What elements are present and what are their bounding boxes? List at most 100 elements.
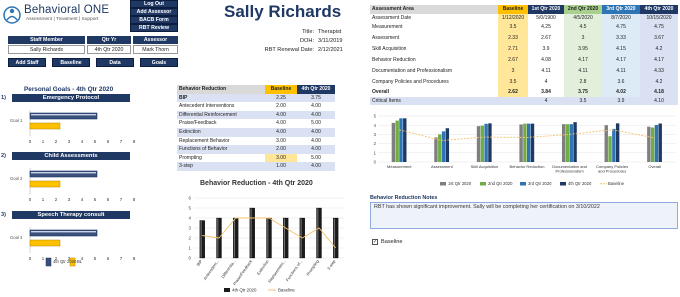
goal-bar-baseline	[29, 122, 61, 130]
chart2-bar	[647, 126, 651, 162]
chart2-xtick-label: and Procedures	[598, 169, 626, 174]
chart2-ytick-label: 5	[374, 114, 377, 119]
assessment-row-value: 4/5/2020	[564, 13, 602, 23]
goal-bar-chart: 0 1 2 3 4 5 6 7 8	[29, 168, 136, 202]
chart1-bar-shine	[233, 218, 236, 258]
assessment-row-value: 3.5	[498, 22, 528, 34]
chart1-ytick-label: 4	[189, 216, 192, 221]
qtr-select[interactable]: 4th Qtr 2020	[87, 45, 131, 54]
staff-header-row: Staff Member Qtr Yr Assessor	[8, 36, 178, 44]
chart2-xtick-label: Skill Acquisition	[471, 164, 499, 169]
assessment-col-header: 4th Qtr 2020	[640, 5, 678, 14]
goal-bar-highlight	[31, 172, 96, 174]
assessment-row-value: 8/7/2020	[602, 13, 640, 23]
behavior-row-baseline: 4.00	[276, 111, 286, 118]
chart2-bar	[658, 123, 662, 162]
assessment-table: Assessment Area Baseline 1st Qtr 2020 2nd Q…	[370, 5, 678, 106]
add-staff-button[interactable]: Add Staff	[8, 58, 46, 67]
chart2-legend-label: Baseline	[608, 181, 625, 186]
behavior-row-qtr: 4.00	[311, 137, 321, 144]
data-button[interactable]: Data	[96, 58, 134, 67]
goal-bar-qtr	[29, 229, 98, 237]
notes-textbox[interactable]: RBT has shown significant improvement. S…	[370, 202, 678, 229]
assessment-row-value: 3.6	[602, 77, 640, 89]
bacb-form-button[interactable]: BACB Form	[130, 16, 178, 24]
goal-tick-label: 0	[29, 139, 32, 144]
chart1-legend-label-qtr: 4th Qtr 2020	[232, 288, 257, 293]
behavior-row-label: Extinction	[179, 128, 201, 135]
behavior-col-header: Behavior Reduction	[177, 85, 265, 94]
behavior-row-baseline: 1.00	[276, 163, 286, 170]
notes-title: Behavior Reduction Notes	[370, 195, 438, 201]
baseline-col-header: Baseline	[265, 85, 297, 94]
rbt-review-button[interactable]: RBT Review	[130, 24, 178, 32]
assessment-row-label: Measurement	[372, 24, 403, 31]
assessment-row-value: 4.15	[602, 44, 640, 56]
chart2-bar	[438, 134, 442, 162]
notes-text: RBT has shown significant improvement. S…	[374, 204, 600, 210]
checkbox-icon[interactable]: ✓	[372, 239, 378, 245]
chart2-bar	[569, 124, 573, 162]
goal-heading: Speech Therapy consult	[12, 211, 130, 219]
chart2-bar	[480, 125, 485, 162]
chart2-bar	[654, 125, 659, 162]
chart2-bar	[445, 128, 450, 162]
chart2-xtick-label: Behavior Reduction	[510, 164, 545, 169]
assessment-row-value: 4.2	[640, 77, 678, 89]
assessment-row-value: 3	[564, 33, 602, 45]
baseline-toggle[interactable]: ✓ Baseline	[372, 238, 402, 246]
goal-number: 1)	[1, 95, 6, 101]
goal-tick-label: 1	[42, 197, 45, 202]
assessment-col-header: 2nd Qtr 2020	[564, 5, 602, 14]
behavior-row-qtr: 4.00	[311, 128, 321, 135]
staff-member-select[interactable]: Sally Richards	[8, 45, 85, 54]
assessment-row-value: 4.08	[541, 57, 551, 64]
assessment-row-value	[498, 97, 528, 106]
assessment-row-value: 10/15/2020	[640, 13, 678, 23]
add-assessor-button[interactable]: Add Assessor	[130, 8, 178, 16]
assessment-row-value: 3.9	[542, 46, 550, 53]
behavior-row-label: Differential Reinforcement	[179, 111, 237, 118]
assessment-row-value: 2.62	[498, 88, 528, 97]
qtr-col-header: 4th Qtr 2020	[297, 85, 335, 94]
assessment-row-value: 4.5	[564, 22, 602, 34]
assessment-row-value: 3.5	[498, 77, 528, 89]
assessment-row-label: Critical Items	[372, 97, 401, 104]
behavior-row-label: Praise/Feedback	[179, 120, 217, 127]
behavior-row: Prompting 3.00 5.00	[177, 153, 335, 163]
behavior-row-label: BIP	[179, 94, 188, 101]
chart2-bar	[561, 124, 566, 162]
assessment-row-value: 4.25	[541, 24, 551, 31]
behavior-row-label: Replacement Behavior	[179, 137, 230, 144]
chart1-xtick-label: Extinction	[256, 259, 270, 276]
behavior-row-baseline: 4.00	[276, 128, 286, 135]
chart1-xtick-label: 3-step	[326, 258, 337, 271]
baseline-button[interactable]: Baseline	[52, 58, 90, 67]
chart2-bar	[573, 122, 577, 162]
chart2-ytick-label: 1	[374, 150, 377, 155]
assessment-row-value: 3.5	[579, 97, 587, 104]
rbt-renewal-value: 2/12/2021	[318, 47, 343, 53]
goal-heading: Emergency Protocol	[12, 94, 130, 102]
assessment-row-value: 3.95	[564, 44, 602, 56]
assessor-select[interactable]: Mark Thorn	[133, 45, 178, 54]
log-out-button[interactable]: Log Out	[130, 0, 178, 8]
chart2-bar	[523, 123, 527, 162]
assessment-row-value: 2.67	[541, 35, 551, 42]
goals-button[interactable]: Goals	[140, 58, 178, 67]
goal-tick-label: 3	[68, 139, 71, 144]
chart2-legend-label: 2nd Qtr 2020	[488, 181, 513, 186]
behavior-row-qtr: 4.00	[311, 146, 321, 153]
assessment-col-header: Baseline	[498, 5, 528, 14]
chart2-bar	[399, 118, 403, 162]
assessment-date-row: Assessment Date 1/12/2020 5/0/1900 4/5/2020…	[370, 13, 678, 23]
chart2-legend-swatch	[480, 182, 486, 186]
assessment-row-label: Company Policies and Procedures	[372, 79, 449, 86]
assessment-row-value: 4.33	[640, 66, 678, 78]
goal-label: Goal 3	[10, 235, 23, 240]
chart2-bar	[530, 123, 535, 162]
staff-name-heading: Sally Richards	[224, 2, 342, 21]
goal-tick-label: 6	[107, 139, 110, 144]
chart1-bar-shine	[317, 208, 319, 258]
chart1-bar-shine	[267, 218, 269, 258]
